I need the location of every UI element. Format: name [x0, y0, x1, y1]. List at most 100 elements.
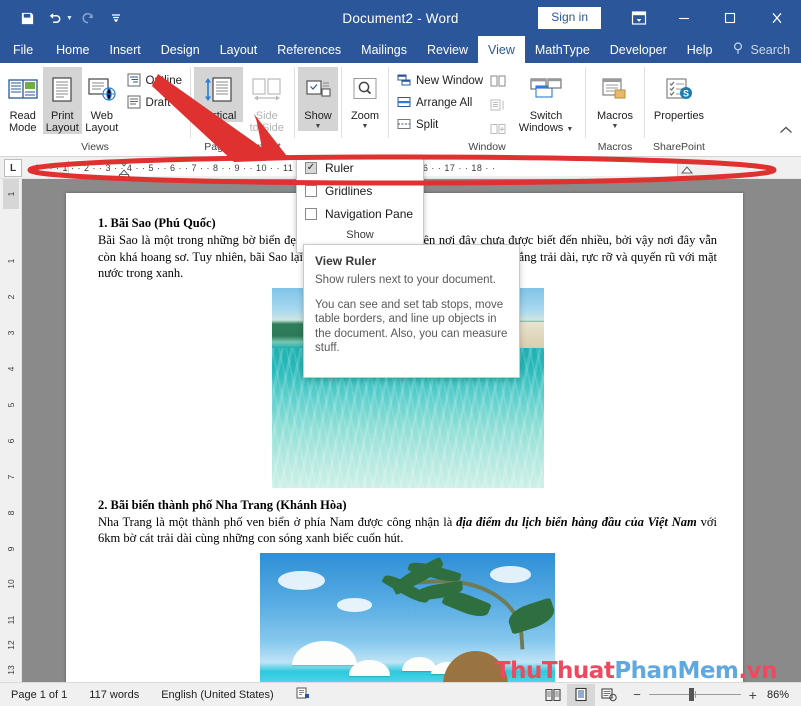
search-label: Search — [750, 42, 791, 57]
zoom-in-button[interactable]: + — [749, 687, 757, 703]
collapse-ribbon-container — [779, 63, 801, 156]
collapse-ribbon-icon[interactable] — [779, 122, 793, 140]
side-to-side-button[interactable]: Side to Side — [243, 67, 292, 134]
read-mode-view-button[interactable] — [539, 684, 567, 706]
tab-references[interactable]: References — [267, 36, 351, 63]
tab-view[interactable]: View — [478, 36, 525, 63]
tab-help[interactable]: Help — [677, 36, 723, 63]
zoom-dropdown-icon[interactable]: ▼ — [362, 123, 369, 131]
show-dropdown-menu[interactable]: ✓ Ruler Gridlines Navigation Pane Show — [296, 155, 424, 253]
vertical-ruler[interactable]: 1 1 2 3 4 5 6 7 8 9 10 11 12 13 — [0, 179, 22, 682]
tab-stop-selector[interactable]: L — [4, 159, 22, 177]
checkbox-icon[interactable] — [305, 184, 317, 197]
search-box[interactable]: Search — [722, 36, 801, 63]
ribbon-group-macros: Macros ▼ Macros — [586, 63, 644, 156]
right-indent-marker[interactable] — [681, 162, 693, 174]
status-language[interactable]: English (United States) — [150, 689, 285, 701]
print-layout-icon — [49, 70, 75, 110]
group-label-sharepoint: SharePoint — [653, 141, 705, 153]
tooltip-line-2: You can see and set tab stops, move tabl… — [315, 298, 508, 355]
new-window-icon — [397, 73, 411, 90]
synchronous-scrolling-icon[interactable] — [490, 94, 514, 116]
outline-icon — [127, 73, 141, 90]
vruler-number: 9 — [6, 546, 16, 552]
minimize-button[interactable] — [661, 0, 707, 36]
vruler-number: 1 — [6, 258, 16, 264]
print-layout-view-button[interactable] — [567, 683, 596, 706]
tab-developer[interactable]: Developer — [600, 36, 677, 63]
side-to-side-icon — [251, 70, 283, 110]
properties-button[interactable]: S Properties — [648, 67, 710, 122]
save-icon[interactable] — [14, 5, 40, 31]
tab-review[interactable]: Review — [417, 36, 478, 63]
zoom-button[interactable]: Zoom ▼ — [345, 67, 385, 131]
read-mode-icon — [8, 70, 38, 110]
group-label-page-movement: Page Movement — [204, 141, 281, 153]
vertical-button[interactable]: Vertical — [194, 67, 243, 122]
web-layout-view-button[interactable] — [595, 684, 623, 706]
close-button[interactable] — [753, 0, 801, 36]
properties-icon: S — [664, 70, 694, 110]
tab-mathtype[interactable]: MathType — [525, 36, 600, 63]
tab-mailings[interactable]: Mailings — [351, 36, 417, 63]
macros-dropdown-icon[interactable]: ▼ — [612, 123, 619, 131]
search-icon — [733, 41, 745, 58]
reset-window-position-icon[interactable] — [490, 118, 514, 140]
maximize-button[interactable] — [707, 0, 753, 36]
checkbox-checked-icon[interactable]: ✓ — [305, 161, 317, 174]
draft-button[interactable]: Draft — [122, 92, 187, 114]
vruler-number: 10 — [6, 579, 16, 589]
tab-insert[interactable]: Insert — [100, 36, 151, 63]
arrange-all-button[interactable]: Arrange All — [392, 92, 490, 114]
web-layout-button[interactable]: Web Layout — [82, 67, 122, 134]
read-mode-button[interactable]: Read Mode — [3, 67, 43, 134]
customize-qat-icon[interactable] — [103, 5, 129, 31]
quick-access-toolbar: ▼ — [0, 5, 129, 31]
zoom-slider-handle[interactable] — [689, 688, 695, 701]
status-word-count[interactable]: 117 words — [78, 689, 150, 701]
ribbon: Read Mode Print Layout Web Layout Outlin… — [0, 63, 801, 157]
zoom-slider[interactable]: − + — [623, 687, 767, 703]
split-button[interactable]: Split — [392, 114, 490, 136]
undo-icon[interactable] — [42, 5, 68, 31]
vruler-number: 12 — [6, 640, 16, 650]
switch-windows-icon — [529, 70, 563, 110]
status-page-number[interactable]: Page 1 of 1 — [0, 689, 78, 701]
group-label-macros: Macros — [597, 141, 633, 153]
sign-in-button[interactable]: Sign in — [538, 7, 601, 29]
new-window-button[interactable]: New Window — [392, 70, 490, 92]
ribbon-display-options-icon[interactable] — [617, 0, 661, 36]
zoom-level-label[interactable]: 86% — [767, 689, 801, 701]
group-label-views: Views — [81, 141, 109, 153]
window-controls: Sign in — [538, 0, 801, 36]
vruler-number: 2 — [6, 294, 16, 300]
view-ruler-tooltip: View Ruler Show rulers next to your docu… — [303, 244, 520, 378]
outline-button[interactable]: Outline — [122, 70, 187, 92]
view-side-by-side-icon[interactable] — [490, 70, 514, 92]
tab-home[interactable]: Home — [46, 36, 99, 63]
zoom-out-button[interactable]: − — [633, 687, 641, 702]
tab-design[interactable]: Design — [151, 36, 210, 63]
switch-windows-button[interactable]: Switch Windows ▼ — [514, 67, 578, 134]
redo-icon[interactable] — [75, 5, 101, 31]
show-dropdown-icon[interactable]: ▼ — [315, 123, 322, 131]
proofing-errors-icon[interactable] — [285, 686, 321, 703]
first-line-indent-marker[interactable] — [118, 159, 130, 177]
switch-windows-dropdown-icon[interactable]: ▼ — [566, 126, 573, 133]
vruler-number: 5 — [6, 402, 16, 408]
tab-layout[interactable]: Layout — [210, 36, 268, 63]
macros-button[interactable]: Macros ▼ — [589, 67, 641, 131]
undo-dropdown-icon[interactable]: ▼ — [66, 15, 73, 22]
dropdown-group-label: Show — [346, 229, 374, 241]
checkbox-icon[interactable] — [305, 207, 317, 220]
menu-item-gridlines[interactable]: Gridlines — [297, 179, 423, 202]
menu-item-navigation-pane[interactable]: Navigation Pane — [297, 202, 423, 225]
menu-item-ruler[interactable]: ✓ Ruler — [297, 156, 423, 179]
show-button[interactable]: Show ▼ — [298, 67, 338, 131]
vruler-number: 1 — [6, 191, 16, 197]
vruler-number: 7 — [6, 474, 16, 480]
split-label: Split — [416, 119, 439, 131]
zoom-slider-track[interactable] — [648, 688, 741, 701]
print-layout-button[interactable]: Print Layout — [42, 67, 83, 134]
tab-file[interactable]: File — [0, 36, 47, 63]
